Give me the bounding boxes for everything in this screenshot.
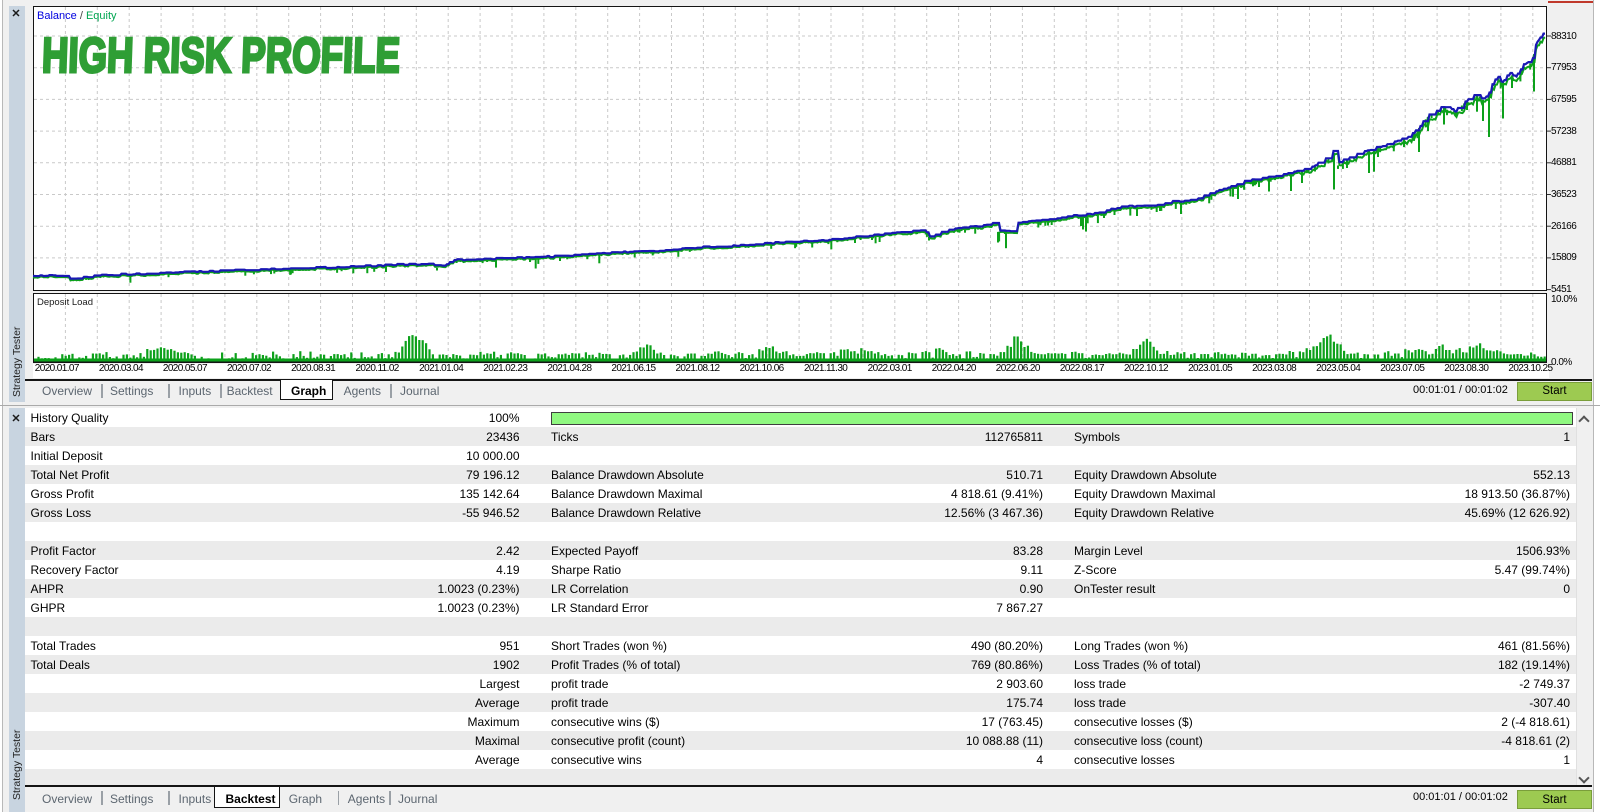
svg-text:HIGH RISK PROFILE: HIGH RISK PROFILE bbox=[43, 29, 401, 83]
